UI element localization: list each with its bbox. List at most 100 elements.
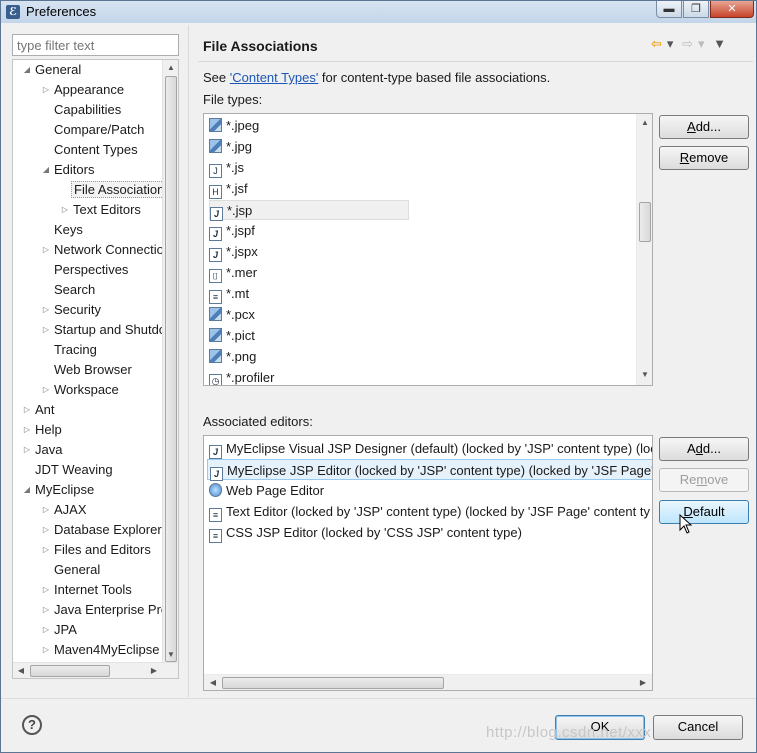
tree-item[interactable]: Perspectives — [40, 260, 130, 280]
expanded-arrow-icon[interactable]: ◢ — [21, 60, 33, 80]
scroll-right-icon[interactable]: ▶ — [147, 664, 161, 678]
tree-item[interactable]: ▷ Appearance — [40, 80, 126, 100]
collapsed-arrow-icon[interactable]: ▷ — [59, 200, 71, 220]
collapsed-arrow-icon[interactable]: ▷ — [40, 540, 52, 560]
tree-item[interactable]: ▷ Database Explorer — [40, 520, 164, 540]
tree-item[interactable]: Tracing — [40, 340, 99, 360]
back-arrow-icon[interactable]: ⇦ — [651, 36, 662, 51]
file-type-row[interactable]: ◷ *.profiler — [209, 368, 274, 385]
file-type-row[interactable]: *.png — [209, 347, 256, 367]
collapsed-arrow-icon[interactable]: ▷ — [21, 420, 33, 440]
tree-item[interactable]: ▷ AJAX — [40, 500, 89, 520]
file-type-row[interactable]: J *.jspf — [209, 221, 255, 241]
collapsed-arrow-icon[interactable]: ▷ — [40, 500, 52, 520]
scroll-down-icon[interactable]: ▼ — [638, 368, 652, 382]
tree-horizontal-scrollbar[interactable]: ◀ ▶ — [13, 662, 178, 678]
tree-item[interactable]: ▷ Maven4MyEclipse — [40, 640, 162, 660]
tree-item[interactable]: ▷ Workspace — [40, 380, 121, 400]
cancel-button[interactable]: Cancel — [653, 715, 743, 740]
file-type-row[interactable]: H *.jsf — [209, 179, 248, 199]
file-type-row[interactable]: *.pcx — [209, 305, 255, 325]
sash-divider[interactable] — [188, 25, 189, 697]
preference-tree[interactable]: ▷Mobile Tools▷Maven4MyEclipse▷JPA▷Java E… — [12, 59, 179, 679]
file-type-row[interactable]: J *.js — [209, 158, 244, 178]
tree-item[interactable]: Content Types — [40, 140, 140, 160]
tree-item[interactable]: Capabilities — [40, 100, 123, 120]
scroll-right-icon[interactable]: ▶ — [636, 676, 650, 690]
tree-item[interactable]: ◢ General — [21, 60, 83, 80]
editor-row[interactable]: ≡ Text Editor (locked by 'JSP' content ty… — [209, 501, 650, 522]
tree-item[interactable]: ▷ Files and Editors — [40, 540, 153, 560]
tree-item[interactable]: Compare/Patch — [40, 120, 146, 140]
tree-item[interactable]: ◢ Editors — [40, 160, 96, 180]
associated-editors-list[interactable]: ≡ CSS JSP Editor (locked by 'CSS JSP' con… — [203, 435, 653, 691]
forward-arrow-icon[interactable]: ⇨ — [682, 36, 693, 51]
collapsed-arrow-icon[interactable]: ▷ — [21, 400, 33, 420]
scroll-left-icon[interactable]: ◀ — [14, 664, 28, 678]
title-bar[interactable]: ℰ Preferences ▬ ❐ ✕ — [1, 1, 756, 23]
scroll-down-icon[interactable]: ▼ — [164, 648, 178, 662]
minimize-button[interactable]: ▬ — [656, 1, 682, 18]
scroll-left-icon[interactable]: ◀ — [206, 676, 220, 690]
collapsed-arrow-icon[interactable]: ▷ — [40, 300, 52, 320]
default-editor-button[interactable]: Default — [659, 500, 749, 524]
tree-item[interactable]: ▷ Ant — [21, 400, 57, 420]
remove-editor-button[interactable]: Remove — [659, 468, 749, 492]
tree-item[interactable]: ▷ Java Enterprise Project — [40, 600, 178, 620]
file-type-row[interactable]: *.pict — [209, 326, 255, 346]
editors-hscrollbar[interactable]: ◀ ▶ — [204, 674, 652, 690]
file-type-row[interactable]: J *.jspx — [209, 242, 258, 262]
collapsed-arrow-icon[interactable]: ▷ — [40, 620, 52, 640]
remove-file-type-button[interactable]: Remove — [659, 146, 749, 170]
add-editor-button[interactable]: Add... — [659, 437, 749, 461]
tree-hscroll-thumb[interactable] — [30, 665, 110, 677]
collapsed-arrow-icon[interactable]: ▷ — [40, 240, 52, 260]
collapsed-arrow-icon[interactable]: ▷ — [40, 80, 52, 100]
help-icon[interactable]: ? — [22, 715, 42, 735]
file-type-row[interactable]: ⌷ *.mer — [209, 263, 257, 283]
editor-row[interactable]: J MyEclipse Visual JSP Designer (default)… — [209, 438, 652, 459]
tree-item[interactable]: ▷ Network Connections — [40, 240, 178, 260]
filter-input[interactable] — [12, 34, 179, 56]
close-button[interactable]: ✕ — [710, 1, 754, 18]
tree-item[interactable]: ▷ Startup and Shutdown — [40, 320, 178, 340]
tree-item[interactable]: ▷ Internet Tools — [40, 580, 134, 600]
tree-item[interactable]: Web Browser — [40, 360, 134, 380]
file-type-row[interactable]: J *.jsp — [209, 200, 409, 221]
collapsed-arrow-icon[interactable]: ▷ — [40, 520, 52, 540]
tree-item[interactable]: General — [40, 560, 102, 580]
file-types-vscroll-thumb[interactable] — [639, 202, 651, 242]
tree-item[interactable]: ▷ Help — [21, 420, 64, 440]
forward-dropdown-icon[interactable]: ▾ — [698, 36, 705, 51]
tree-item[interactable]: Keys — [40, 220, 85, 240]
tree-item[interactable]: Search — [40, 280, 97, 300]
scroll-up-icon[interactable]: ▲ — [638, 116, 652, 130]
tree-item[interactable]: File Associations — [59, 180, 174, 200]
collapsed-arrow-icon[interactable]: ▷ — [40, 580, 52, 600]
collapsed-arrow-icon[interactable]: ▷ — [40, 640, 52, 660]
back-dropdown-icon[interactable]: ▾ — [667, 36, 674, 51]
tree-item[interactable]: JDT Weaving — [21, 460, 115, 480]
editor-row[interactable]: J MyEclipse JSP Editor (locked by 'JSP' c… — [207, 459, 652, 481]
expanded-arrow-icon[interactable]: ◢ — [40, 160, 52, 180]
collapsed-arrow-icon[interactable]: ▷ — [40, 600, 52, 620]
add-file-type-button[interactable]: Add... — [659, 115, 749, 139]
content-types-link[interactable]: 'Content Types' — [230, 70, 319, 85]
scroll-up-icon[interactable]: ▲ — [164, 61, 178, 75]
file-type-row[interactable]: ≡ *.mt — [209, 284, 249, 304]
collapsed-arrow-icon[interactable]: ▷ — [40, 320, 52, 340]
tree-item[interactable]: ▷ Text Editors — [59, 200, 143, 220]
collapsed-arrow-icon[interactable]: ▷ — [40, 380, 52, 400]
file-type-row[interactable]: *.jpeg — [209, 116, 259, 136]
editors-hscroll-thumb[interactable] — [222, 677, 444, 689]
maximize-button[interactable]: ❐ — [683, 1, 709, 18]
tree-vertical-scrollbar[interactable]: ▲ ▼ — [162, 60, 178, 663]
tree-item[interactable]: ▷ Security — [40, 300, 103, 320]
editor-row[interactable]: Web Page Editor — [209, 480, 324, 501]
editor-row[interactable]: ≡ CSS JSP Editor (locked by 'CSS JSP' con… — [209, 522, 522, 543]
collapsed-arrow-icon[interactable]: ▷ — [21, 440, 33, 460]
file-types-vscrollbar[interactable]: ▲ ▼ — [636, 114, 652, 385]
view-menu-icon[interactable]: ▼ — [713, 36, 726, 51]
file-types-list[interactable]: ◷ *.profiler *.png *.pict *.pcx ≡ *.mt ⌷ *.mer J *… — [203, 113, 653, 386]
tree-item[interactable]: ▷ JPA — [40, 620, 79, 640]
